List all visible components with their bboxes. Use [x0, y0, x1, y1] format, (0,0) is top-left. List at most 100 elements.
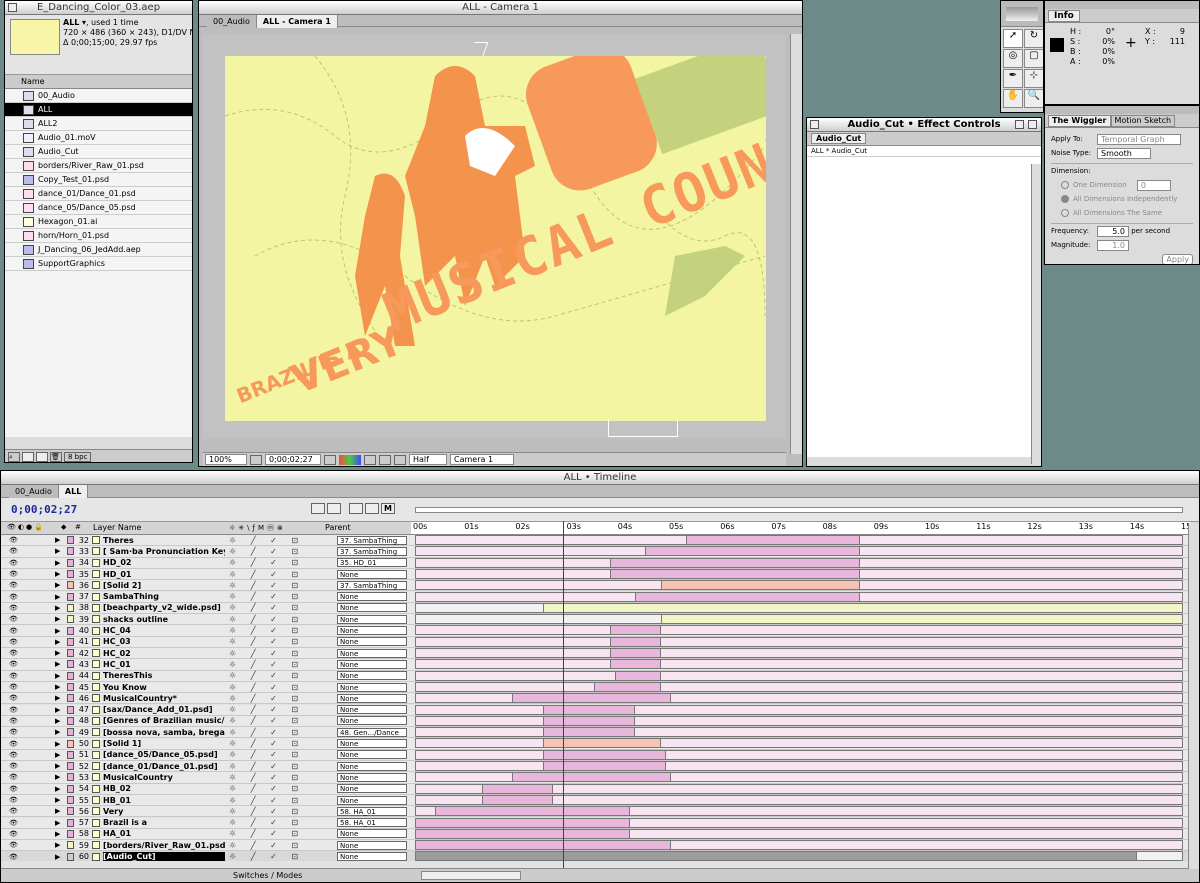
expand-triangle-icon[interactable]: ▶ — [55, 740, 60, 748]
magnitude-field[interactable]: 1.0 — [1097, 239, 1129, 251]
comp-title-bar[interactable]: ALL - Camera 1 — [199, 1, 802, 15]
layer-label-color[interactable] — [67, 683, 74, 692]
layer-label-color[interactable] — [67, 784, 74, 793]
all-same-radio[interactable] — [1061, 209, 1069, 217]
parent-select[interactable]: None — [337, 840, 407, 850]
layer-switches[interactable]: ☼ ╱ ✓ ⊡ — [229, 773, 304, 782]
layer-name[interactable]: [ Sam·ba Pronunciation Key (] — [103, 547, 225, 556]
comp-canvas[interactable]: MUSICAL COUNTRY VERY BRAZIL IS A — [225, 56, 766, 421]
eye-icon[interactable]: 👁 — [9, 683, 18, 691]
layer-duration-bar[interactable] — [645, 546, 861, 557]
layer-switches[interactable]: ☼ ╱ ✓ ⊡ — [229, 626, 304, 635]
eye-icon[interactable]: 👁 — [9, 740, 18, 748]
eye-icon[interactable]: 👁 — [9, 706, 18, 714]
pan-behind-tool-icon[interactable]: ⊹ — [1024, 69, 1043, 88]
comp-vscrollbar[interactable] — [790, 34, 802, 454]
layer-duration-bar[interactable] — [609, 659, 661, 670]
layer-name[interactable]: [Solid 1] — [103, 739, 225, 748]
motion-blur-icon[interactable]: M — [381, 503, 395, 514]
eye-icon[interactable]: 👁 — [9, 638, 18, 646]
layer-label-color[interactable] — [67, 637, 74, 646]
expand-triangle-icon[interactable]: ▶ — [55, 796, 60, 804]
expand-triangle-icon[interactable]: ▶ — [55, 728, 60, 736]
layer-duration-bar[interactable] — [415, 840, 671, 851]
layer-duration-bar[interactable] — [435, 806, 631, 817]
parent-select[interactable]: None — [337, 637, 407, 647]
eye-icon[interactable]: 👁 — [9, 728, 18, 736]
layer-name[interactable]: Very — [103, 807, 225, 816]
layer-duration-bar[interactable] — [543, 715, 636, 726]
effect-controls-tab[interactable]: Audio_Cut — [811, 133, 867, 144]
frequency-field[interactable]: 5.0 — [1097, 225, 1129, 237]
effect-controls-title-bar[interactable]: Audio_Cut • Effect Controls — [807, 118, 1041, 132]
parent-select[interactable]: None — [337, 682, 407, 692]
layer-name[interactable]: [borders/River_Raw_01.psd] — [103, 841, 225, 850]
layer-switches[interactable]: ☼ ╱ ✓ ⊡ — [229, 570, 304, 579]
timeline-layer-row[interactable]: 👁 ▶ 55 HB_01 ☼ ╱ ✓ ⊡ None — [1, 794, 1189, 807]
timeline-layer-row[interactable]: 👁 ▶ 39 shacks outline ☼ ╱ ✓ ⊡ None — [1, 614, 1189, 626]
expand-triangle-icon[interactable]: ▶ — [55, 660, 60, 668]
layer-switches[interactable]: ☼ ╱ ✓ ⊡ — [229, 807, 304, 816]
pen-tool-icon[interactable]: ✒ — [1003, 69, 1023, 88]
layer-label-color[interactable] — [67, 852, 74, 861]
layer-switches[interactable]: ☼ ╱ ✓ ⊡ — [229, 603, 304, 612]
expand-triangle-icon[interactable]: ▶ — [55, 683, 60, 691]
expand-triangle-icon[interactable]: ▶ — [55, 807, 60, 815]
project-item[interactable]: J_Dancing_06_JedAdd.aep — [5, 243, 192, 257]
layer-name[interactable]: HB_01 — [103, 796, 225, 805]
timeline-layer-row[interactable]: 👁 ▶ 42 HC_02 ☼ ╱ ✓ ⊡ None — [1, 648, 1189, 660]
tab-00-audio[interactable]: 00_Audio — [207, 15, 257, 28]
parent-select[interactable]: None — [337, 693, 407, 703]
expand-triangle-icon[interactable]: ▶ — [55, 593, 60, 601]
layer-label-color[interactable] — [67, 592, 74, 601]
eye-icon[interactable]: 👁 — [9, 751, 18, 759]
project-item[interactable]: Audio_01.moV — [5, 131, 192, 145]
timeline-layer-row[interactable]: 👁 ▶ 52 [dance_01/Dance_01.psd] ☼ ╱ ✓ ⊡ None — [1, 761, 1189, 773]
timeline-title-bar[interactable]: ALL • Timeline — [1, 471, 1199, 485]
eye-icon[interactable]: 👁 — [9, 853, 18, 861]
layer-label-color[interactable] — [67, 615, 74, 624]
layer-switches[interactable]: ☼ ╱ ✓ ⊡ — [229, 841, 304, 850]
project-item[interactable]: ALL2 — [5, 117, 192, 131]
timeline-layer-row[interactable]: 👁 ▶ 59 [borders/River_Raw_01.psd] ☼ ╱ ✓ ⊡ Non… — [1, 840, 1189, 852]
eye-icon[interactable]: 👁 — [9, 559, 18, 567]
layer-switches[interactable]: ☼ ╱ ✓ ⊡ — [229, 637, 304, 646]
layer-name[interactable]: [Audio_Cut] — [103, 852, 225, 861]
layer-name[interactable]: [Solid 2] — [103, 581, 225, 590]
layer-duration-bar[interactable] — [415, 851, 1137, 861]
expand-triangle-icon[interactable]: ▶ — [55, 604, 60, 612]
name-column-header[interactable]: Name — [5, 75, 192, 89]
rotation-tool-icon[interactable]: ↻ — [1024, 29, 1043, 48]
mask-tool-icon[interactable]: ▢ — [1024, 49, 1043, 68]
expand-triangle-icon[interactable]: ▶ — [55, 536, 60, 544]
layer-duration-bar[interactable] — [543, 727, 636, 738]
layer-label-color[interactable] — [67, 558, 74, 567]
project-item[interactable]: ALL — [5, 103, 192, 117]
layer-name[interactable]: Theres — [103, 536, 225, 545]
parent-select[interactable]: None — [337, 739, 407, 749]
expand-triangle-icon[interactable]: ▶ — [55, 706, 60, 714]
eye-icon[interactable]: 👁 — [9, 627, 18, 635]
new-comp-icon[interactable] — [36, 451, 48, 462]
layer-switches[interactable]: ☼ ╱ ✓ ⊡ — [229, 716, 304, 725]
expand-triangle-icon[interactable]: ▶ — [55, 570, 60, 578]
layer-name[interactable]: HD_02 — [103, 558, 225, 567]
layer-duration-bar[interactable] — [481, 794, 554, 805]
parent-select[interactable]: 58. HA_01 — [337, 818, 407, 828]
project-item[interactable]: Audio_Cut — [5, 145, 192, 159]
one-dimension-radio[interactable] — [1061, 181, 1069, 189]
project-item[interactable]: borders/River_Raw_01.psd — [5, 159, 192, 173]
parent-select[interactable]: None — [337, 829, 407, 839]
new-folder-icon[interactable] — [22, 451, 34, 462]
layer-duration-bar[interactable] — [609, 557, 861, 568]
layer-switches[interactable]: ☼ ╱ ✓ ⊡ — [229, 750, 304, 759]
layer-label-color[interactable] — [67, 570, 74, 579]
layer-label-color[interactable] — [67, 807, 74, 816]
layer-label-color[interactable] — [67, 716, 74, 725]
timeline-layer-row[interactable]: 👁 ▶ 51 [dance_05/Dance_05.psd] ☼ ╱ ✓ ⊡ None — [1, 749, 1189, 761]
timeline-layer-row[interactable]: 👁 ▶ 50 [Solid 1] ☼ ╱ ✓ ⊡ None — [1, 738, 1189, 750]
timeline-layer-row[interactable]: 👁 ▶ 47 [sax/Dance_Add_01.psd] ☼ ╱ ✓ ⊡ None — [1, 704, 1189, 716]
layer-switches[interactable]: ☼ ╱ ✓ ⊡ — [229, 660, 304, 669]
timeline-layer-row[interactable]: 👁 ▶ 53 MusicalCountry ☼ ╱ ✓ ⊡ None — [1, 772, 1189, 784]
layer-label-color[interactable] — [67, 536, 74, 545]
